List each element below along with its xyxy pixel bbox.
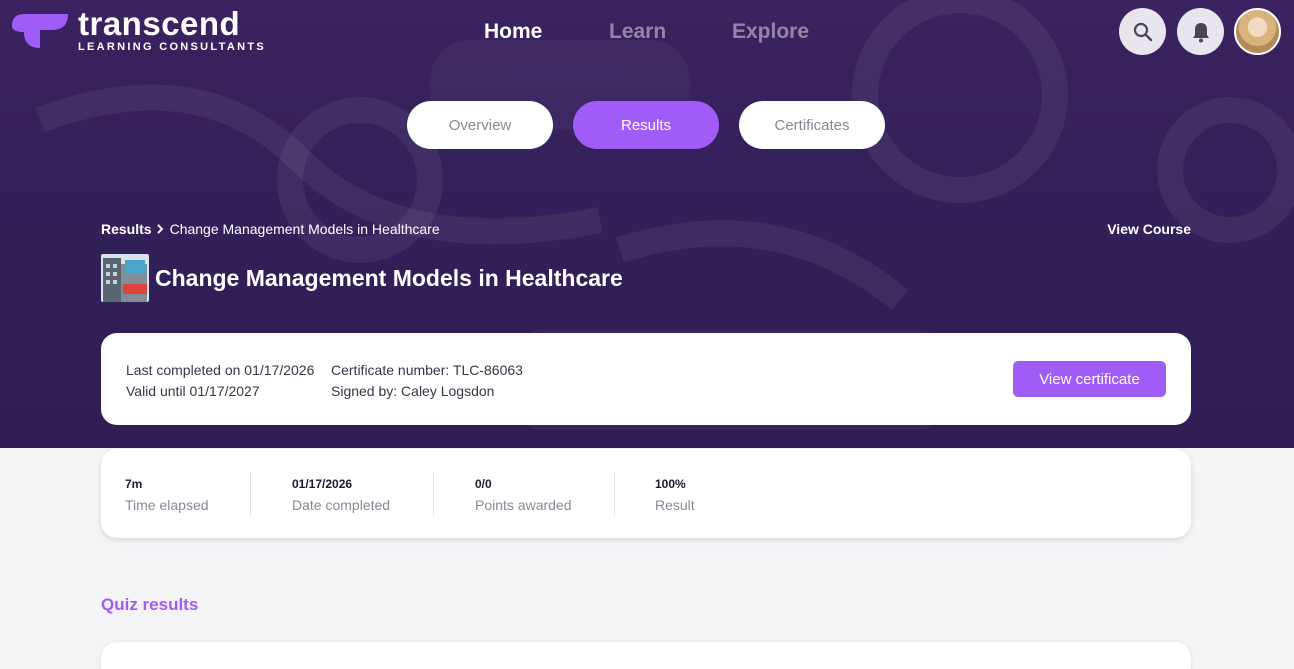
breadcrumb: Results Change Management Models in Heal… bbox=[101, 221, 440, 237]
search-icon bbox=[1133, 22, 1152, 41]
stat-points-awarded: 0/0 Points awarded bbox=[475, 477, 572, 513]
nav-home[interactable]: Home bbox=[484, 20, 542, 44]
brand-tagline: LEARNING CONSULTANTS bbox=[78, 41, 266, 53]
stat-label: Time elapsed bbox=[125, 497, 209, 513]
page-title: Change Management Models in Healthcare bbox=[155, 264, 623, 291]
quiz-results-heading: Quiz results bbox=[101, 595, 199, 614]
stat-date-completed: 01/17/2026 Date completed bbox=[292, 477, 390, 513]
stat-value: 7m bbox=[125, 477, 143, 491]
stat-time-elapsed: 7m Time elapsed bbox=[125, 477, 209, 513]
stat-label: Result bbox=[655, 497, 695, 513]
stat-result: 100% Result bbox=[655, 477, 695, 513]
certificate-number-text: Certificate number: TLC-86063 bbox=[331, 362, 523, 378]
tab-overview[interactable]: Overview bbox=[407, 101, 553, 149]
stat-value: 0/0 bbox=[475, 477, 492, 491]
course-thumbnail bbox=[101, 254, 149, 302]
search-button[interactable] bbox=[1119, 8, 1166, 55]
notifications-button[interactable] bbox=[1177, 8, 1224, 55]
tab-certificates[interactable]: Certificates bbox=[739, 101, 885, 149]
user-avatar[interactable] bbox=[1234, 8, 1281, 55]
valid-until-text: Valid until 01/17/2027 bbox=[126, 383, 260, 399]
breadcrumb-results-link[interactable]: Results bbox=[101, 221, 152, 237]
brand-name: transcend bbox=[78, 5, 241, 42]
signed-by-text: Signed by: Caley Logsdon bbox=[331, 383, 495, 399]
stat-value: 01/17/2026 bbox=[292, 477, 353, 491]
stat-value: 100% bbox=[655, 477, 686, 491]
breadcrumb-current: Change Management Models in Healthcare bbox=[169, 221, 440, 237]
stat-divider bbox=[614, 472, 615, 516]
stat-divider bbox=[433, 472, 434, 516]
bell-icon bbox=[1192, 22, 1209, 42]
nav-learn[interactable]: Learn bbox=[609, 20, 666, 44]
nav-explore[interactable]: Explore bbox=[732, 20, 809, 44]
transcend-logo-icon bbox=[12, 14, 68, 48]
stat-label: Points awarded bbox=[475, 497, 572, 513]
course-header: Change Management Models in Healthcare bbox=[101, 254, 623, 302]
tab-results[interactable]: Results bbox=[573, 101, 719, 149]
chevron-right-icon bbox=[156, 224, 163, 234]
hero-banner: transcend LEARNING CONSULTANTS Home Lear… bbox=[0, 0, 1294, 448]
view-course-link[interactable]: View Course bbox=[1107, 221, 1191, 237]
brand-logo[interactable]: transcend LEARNING CONSULTANTS bbox=[10, 5, 266, 53]
certificate-card: Last completed on 01/17/2026 Valid until… bbox=[101, 333, 1191, 425]
stat-label: Date completed bbox=[292, 497, 391, 513]
stats-card: 7m Time elapsed 01/17/2026 Date complete… bbox=[101, 449, 1191, 538]
quiz-results-card bbox=[101, 642, 1191, 669]
stat-divider bbox=[250, 472, 251, 516]
last-completed-text: Last completed on 01/17/2026 bbox=[126, 362, 315, 378]
view-certificate-button[interactable]: View certificate bbox=[1013, 361, 1166, 397]
